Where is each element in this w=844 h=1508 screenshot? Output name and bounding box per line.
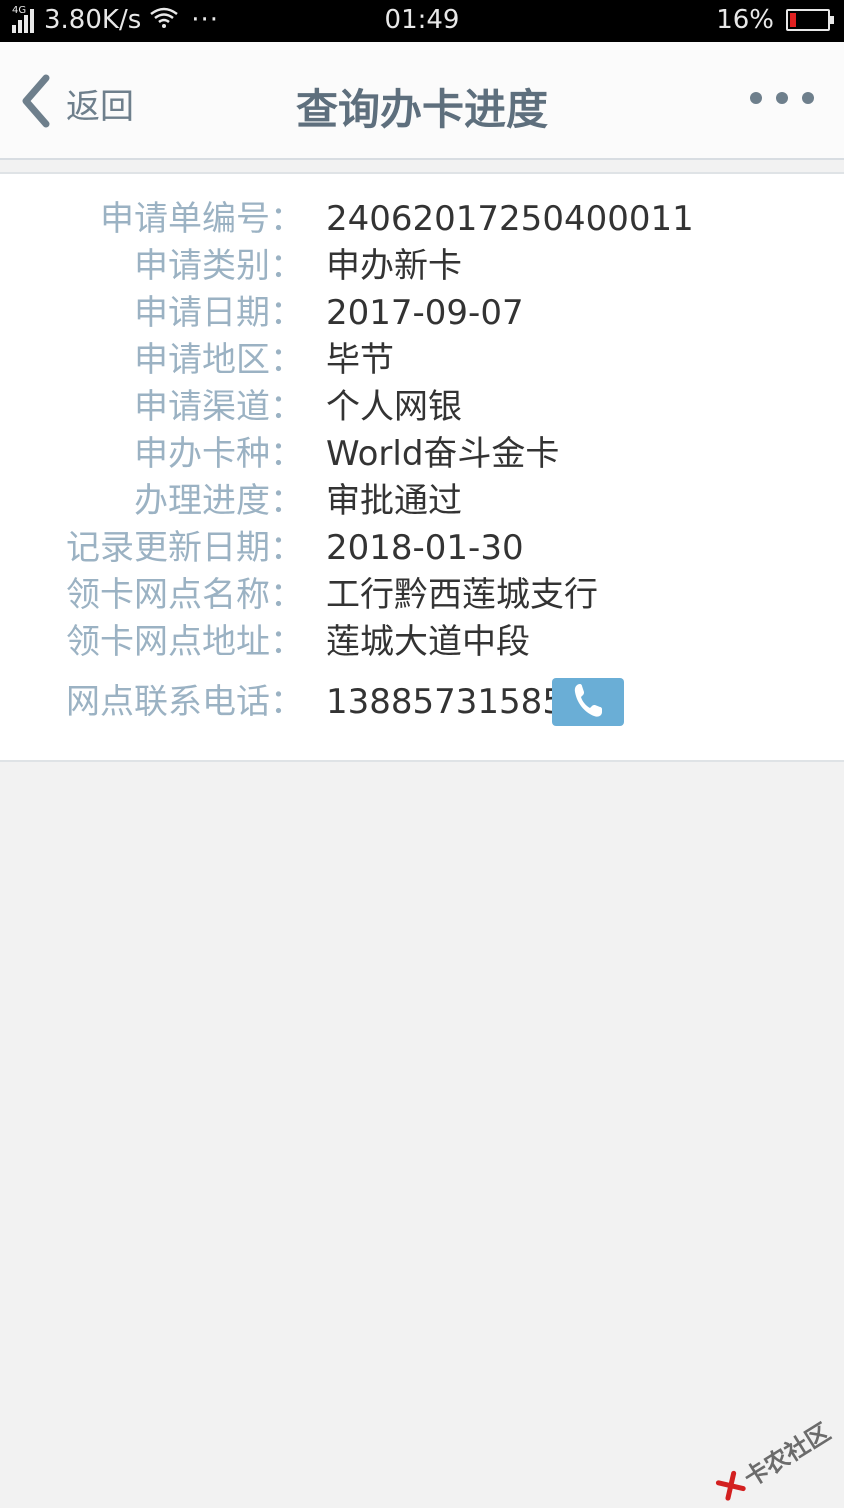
more-dot-icon: [802, 92, 814, 104]
detail-value: 24062017250400011: [326, 199, 694, 239]
detail-value: 审批通过: [326, 481, 462, 521]
status-right: 16%: [716, 5, 834, 35]
detail-label: 申请单编号：: [100, 199, 304, 239]
phone-number[interactable]: 13885731585: [326, 679, 564, 725]
row-application-number: 申请单编号： 24062017250400011: [0, 196, 844, 242]
row-branch-phone: 网点联系电话： 13885731585: [0, 679, 844, 725]
detail-label: 申请地区：: [134, 340, 304, 380]
detail-label: 网点联系电话：: [66, 682, 304, 722]
call-button[interactable]: [552, 678, 624, 726]
progress-detail-card: 申请单编号： 24062017250400011 申请类别： 申办新卡 申请日期…: [0, 172, 844, 762]
detail-value: 2017-09-07: [326, 293, 524, 333]
phone-icon: [571, 681, 605, 723]
battery-fill: [790, 13, 796, 27]
battery-percent: 16%: [716, 5, 774, 35]
header: 返回 查询办卡进度: [0, 42, 844, 160]
row-progress-status: 办理进度： 审批通过: [0, 478, 844, 524]
detail-value: 毕节: [326, 340, 394, 380]
row-application-channel: 申请渠道： 个人网银: [0, 384, 844, 430]
watermark: 卡农社区: [712, 1413, 836, 1508]
row-branch-name: 领卡网点名称： 工行黔西莲城支行: [0, 572, 844, 618]
detail-value: 莲城大道中段: [326, 622, 530, 662]
detail-label: 领卡网点名称：: [66, 575, 304, 615]
detail-label: 申办卡种：: [134, 434, 304, 474]
detail-value: World奋斗金卡: [326, 434, 560, 474]
detail-value: 申办新卡: [326, 246, 462, 286]
page-title: 查询办卡进度: [295, 85, 548, 134]
detail-label: 申请渠道：: [134, 387, 304, 427]
row-application-date: 申请日期： 2017-09-07: [0, 290, 844, 336]
status-bar: 4G 3.80K/s ··· 01:49 16%: [0, 0, 844, 42]
row-application-type: 申请类别： 申办新卡: [0, 243, 844, 289]
detail-label: 申请日期：: [134, 293, 304, 333]
more-dot-icon: [750, 92, 762, 104]
more-menu-button[interactable]: [736, 92, 814, 104]
row-update-date: 记录更新日期： 2018-01-30: [0, 525, 844, 571]
detail-label: 记录更新日期：: [66, 528, 304, 568]
row-card-type: 申办卡种： World奋斗金卡: [0, 431, 844, 477]
detail-value: 工行黔西莲城支行: [326, 575, 598, 615]
row-application-region: 申请地区： 毕节: [0, 337, 844, 383]
watermark-text: 卡农社区: [739, 1417, 836, 1493]
detail-value: 2018-01-30: [326, 528, 524, 568]
detail-label: 申请类别：: [134, 246, 304, 286]
detail-value: 个人网银: [326, 387, 462, 427]
row-branch-address: 领卡网点地址： 莲城大道中段: [0, 619, 844, 665]
battery-icon: [786, 9, 834, 31]
detail-label: 领卡网点地址：: [66, 622, 304, 662]
detail-label: 办理进度：: [134, 481, 304, 521]
more-dot-icon: [776, 92, 788, 104]
